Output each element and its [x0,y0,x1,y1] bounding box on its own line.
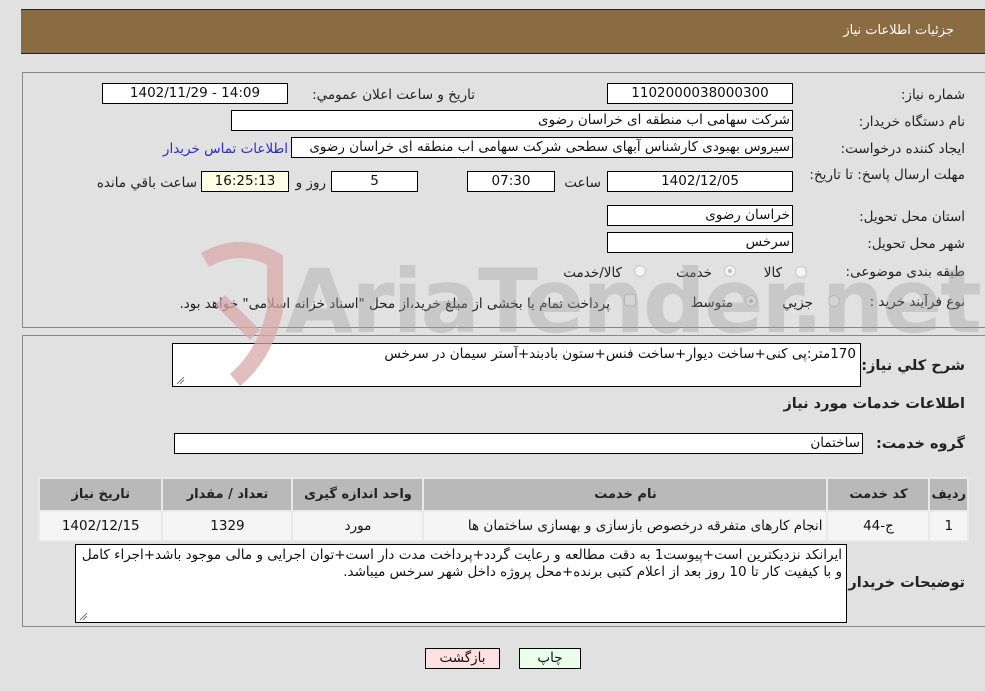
table-row: 1 ج-44 انجام کارهای متفرقه درخصوص بازساز… [37,510,969,542]
cell-service-code: ج-44 [826,510,931,542]
days-label: روز و [295,175,326,191]
col-header-quantity: تعداد / مقدار [161,477,294,512]
deadline-time-field[interactable]: 07:30 [467,171,555,192]
description-textarea[interactable]: 170متر:پی کنی+ساخت دیوار+ساخت فنس+ستون ب… [172,343,861,387]
category-label: طبقه بندی موضوعی: [845,264,965,280]
announce-date-label: تاریخ و ساعت اعلان عمومي: [312,87,475,103]
city-field[interactable]: سرخس [607,232,793,253]
table-header-row: ردیف کد خدمت نام خدمت واحد اندازه گیری ت… [37,477,969,512]
page-header: جزئیات اطلاعات نیاز [21,9,985,54]
province-field[interactable]: خراسان رضوی [607,205,793,226]
cell-row-no: 1 [928,510,969,542]
process-radio-medium[interactable] [745,295,757,307]
resize-grip-icon[interactable] [175,375,185,385]
need-number-label: شماره نیاز: [900,87,965,103]
city-label: شهر محل تحویل: [867,236,965,252]
category-radio-service[interactable] [724,265,736,277]
col-header-unit: واحد اندازه گیری [291,477,425,512]
category-option-goods: کالا [763,265,782,281]
process-option-medium: متوسط [690,295,733,311]
page-title: جزئیات اطلاعات نیاز [843,23,954,38]
cell-unit: مورد [291,510,425,542]
col-header-service-name: نام خدمت [422,477,829,512]
deadline-time-label: ساعت [564,175,601,191]
cell-need-date: 1402/12/15 [37,510,164,542]
treasury-note: پرداخت تمام یا بخشی از مبلغ خرید،از محل … [179,296,610,312]
service-group-label: گروه خدمت: [875,436,965,452]
category-option-goods-service: کالا/خدمت [563,265,622,281]
days-remaining-field[interactable]: 5 [331,171,418,192]
category-radio-goods-service[interactable] [634,265,646,277]
process-type-label: نوع فرآیند خرید : [869,294,965,310]
buyer-org-label: نام دستگاه خریدار: [858,114,965,130]
resize-grip-icon[interactable] [78,611,88,621]
buyer-org-field[interactable]: شرکت سهامی اب منطقه ای خراسان رضوی [231,110,793,131]
category-radio-goods[interactable] [795,266,807,278]
services-table: ردیف کد خدمت نام خدمت واحد اندازه گیری ت… [37,477,969,542]
creator-field[interactable]: سیروس بهبودی کارشناس آبهای سطحی شرکت سها… [291,137,793,158]
province-label: استان محل تحویل: [859,209,965,225]
creator-label: ایجاد کننده درخواست: [840,141,965,157]
cell-service-name: انجام کارهای متفرقه درخصوص بازسازی و بهس… [422,510,829,542]
announce-date-field[interactable]: 1402/11/29 - 14:09 [102,83,288,104]
category-option-service: خدمت [676,265,712,281]
time-remaining-label: ساعت باقي مانده [96,175,197,191]
buyer-notes-textarea[interactable]: ایرانکد نزدیکترین است+پیوست1 به دقت مطال… [75,544,847,623]
deadline-date-field[interactable]: 1402/12/05 [607,171,793,192]
deadline-label: مهلت ارسال پاسخ: تا تاریخ: [809,167,965,183]
cell-quantity: 1329 [161,510,294,542]
time-remaining-field[interactable]: 16:25:13 [201,171,289,192]
services-heading: اطلاعات خدمات مورد نیاز [783,396,965,412]
back-button[interactable]: بازگشت [425,648,500,669]
process-option-minor: جزيي [782,295,813,311]
treasury-checkbox[interactable] [624,294,636,306]
col-header-row-no: ردیف [928,477,969,512]
print-button[interactable]: چاپ [519,648,581,669]
description-label: شرح کلي نیاز: [861,358,965,374]
need-number-field[interactable]: 1102000038000300 [607,83,793,104]
col-header-service-code: کد خدمت [826,477,931,512]
buyer-contact-link[interactable]: اطلاعات تماس خریدار [163,141,288,157]
process-radio-minor[interactable] [828,295,840,307]
col-header-need-date: تاریخ نیاز [37,477,164,512]
service-group-field[interactable]: ساختمان [174,433,863,454]
buyer-notes-label: توضیحات خریدار: [842,575,965,591]
